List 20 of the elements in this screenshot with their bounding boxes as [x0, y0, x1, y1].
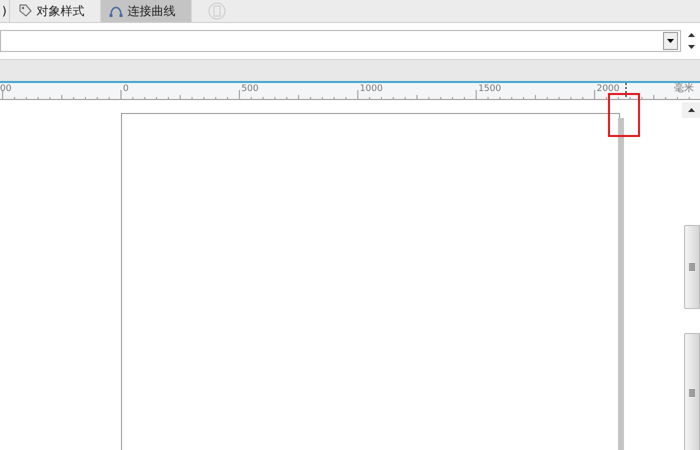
side-tab[interactable]: [684, 225, 700, 309]
tag-icon: [16, 3, 33, 19]
dropdown-field[interactable]: [0, 30, 681, 52]
ruler-unit: 毫米: [674, 83, 694, 95]
side-tab[interactable]: [684, 333, 700, 450]
ruler-label: 0: [123, 83, 129, 95]
up-arrow-icon: [688, 108, 694, 112]
dropdown-arrow-icon: [667, 39, 674, 43]
spin-down-icon[interactable]: [688, 45, 694, 49]
ruler-label: 500: [241, 83, 259, 95]
ruler-label: 1000: [360, 83, 383, 95]
highlight-box: [608, 93, 640, 137]
spin-up-icon[interactable]: [688, 33, 694, 37]
grip-icon: [689, 263, 695, 271]
tab[interactable]: 连接曲线: [100, 0, 192, 22]
scroll-up-button[interactable]: [682, 102, 700, 118]
grip-icon: [689, 389, 695, 397]
ruler-label: 00: [0, 83, 12, 95]
ruler-label: 1500: [478, 83, 502, 95]
ruler-label: 2000: [596, 83, 620, 95]
